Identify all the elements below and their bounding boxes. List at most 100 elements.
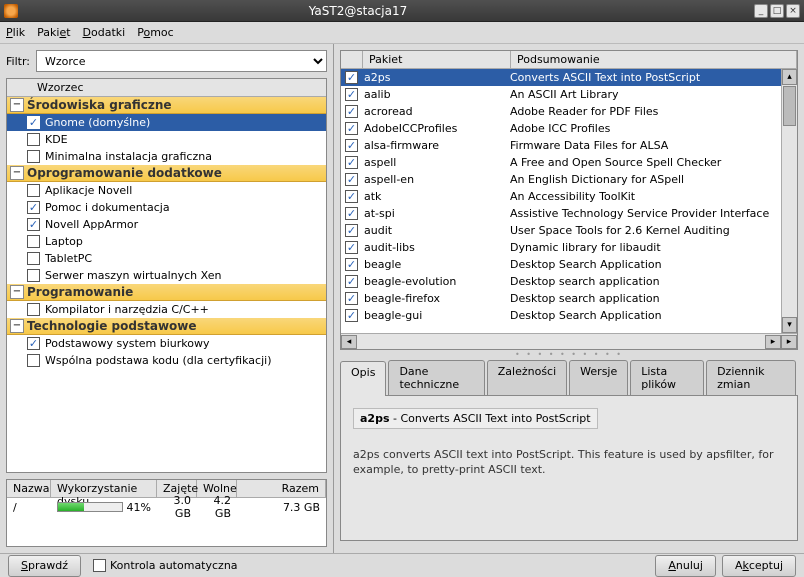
- filter-select[interactable]: Wzorce: [36, 50, 327, 72]
- pattern-item[interactable]: Minimalna instalacja graficzna: [7, 148, 326, 165]
- disk-col-name[interactable]: Nazwa: [7, 480, 51, 497]
- collapse-icon[interactable]: −: [10, 319, 24, 333]
- pattern-item[interactable]: Serwer maszyn wirtualnych Xen: [7, 267, 326, 284]
- cancel-button[interactable]: Anuluj: [655, 555, 716, 577]
- pattern-item[interactable]: KDE: [7, 131, 326, 148]
- pattern-checkbox[interactable]: [27, 252, 40, 265]
- maximize-button[interactable]: □: [770, 4, 784, 18]
- pattern-item[interactable]: Novell AppArmor: [7, 216, 326, 233]
- disk-col-total[interactable]: Razem: [237, 480, 326, 497]
- tab-opis[interactable]: Opis: [340, 361, 386, 396]
- scroll-up-icon[interactable]: ▴: [782, 69, 797, 85]
- scroll-right-icon-2[interactable]: ▸: [781, 335, 797, 349]
- package-row[interactable]: aspellA Free and Open Source Spell Check…: [341, 154, 781, 171]
- pattern-checkbox[interactable]: [27, 133, 40, 146]
- menu-pakiet[interactable]: Pakiet: [37, 26, 70, 39]
- pattern-item[interactable]: Podstawowy system biurkowy: [7, 335, 326, 352]
- pattern-item[interactable]: Aplikacje Novell: [7, 182, 326, 199]
- pkg-col-summary[interactable]: Podsumowanie: [511, 51, 797, 68]
- package-checkbox[interactable]: [345, 190, 358, 203]
- package-row[interactable]: alsa-firmwareFirmware Data Files for ALS…: [341, 137, 781, 154]
- disk-row[interactable]: / 41% 3.0 GB 4.2 GB 7.3 GB: [7, 498, 326, 516]
- tab-wersje[interactable]: Wersje: [569, 360, 628, 395]
- pattern-list[interactable]: Wzorzec −Środowiska graficzneGnome (domy…: [6, 78, 327, 473]
- package-name: acroread: [362, 105, 510, 118]
- pattern-item[interactable]: Wspólna podstawa kodu (dla certyfikacji): [7, 352, 326, 369]
- package-row[interactable]: aspell-enAn English Dictionary for ASpel…: [341, 171, 781, 188]
- package-checkbox[interactable]: [345, 224, 358, 237]
- check-button[interactable]: Sprawdź: [8, 555, 81, 577]
- pattern-checkbox[interactable]: [27, 150, 40, 163]
- pkg-vscrollbar[interactable]: ▴ ▾: [781, 69, 797, 333]
- menu-pomoc[interactable]: Pomoc: [137, 26, 173, 39]
- package-list[interactable]: Pakiet Podsumowanie a2psConverts ASCII T…: [340, 50, 798, 350]
- disk-col-usage[interactable]: Wykorzystanie dysku: [51, 480, 157, 497]
- pattern-item[interactable]: Laptop: [7, 233, 326, 250]
- group-header[interactable]: −Programowanie: [7, 284, 326, 301]
- pattern-checkbox[interactable]: [27, 116, 40, 129]
- package-checkbox[interactable]: [345, 173, 358, 186]
- pattern-checkbox[interactable]: [27, 218, 40, 231]
- package-checkbox[interactable]: [345, 139, 358, 152]
- pkg-col-name[interactable]: Pakiet: [363, 51, 511, 68]
- pattern-checkbox[interactable]: [27, 201, 40, 214]
- package-checkbox[interactable]: [345, 309, 358, 322]
- scroll-right-icon[interactable]: ▸: [765, 335, 781, 349]
- package-row[interactable]: a2psConverts ASCII Text into PostScript: [341, 69, 781, 86]
- auto-check-checkbox[interactable]: [93, 559, 106, 572]
- group-header[interactable]: −Technologie podstawowe: [7, 318, 326, 335]
- package-checkbox[interactable]: [345, 275, 358, 288]
- pattern-item[interactable]: Pomoc i dokumentacja: [7, 199, 326, 216]
- package-checkbox[interactable]: [345, 292, 358, 305]
- package-row[interactable]: audit-libsDynamic library for libaudit: [341, 239, 781, 256]
- menu-dodatki[interactable]: Dodatki: [83, 26, 126, 39]
- package-row[interactable]: acroreadAdobe Reader for PDF Files: [341, 103, 781, 120]
- package-checkbox[interactable]: [345, 258, 358, 271]
- menu-plik[interactable]: Plik: [6, 26, 25, 39]
- package-checkbox[interactable]: [345, 122, 358, 135]
- package-checkbox[interactable]: [345, 88, 358, 101]
- pattern-checkbox[interactable]: [27, 269, 40, 282]
- package-row[interactable]: aalibAn ASCII Art Library: [341, 86, 781, 103]
- pattern-checkbox[interactable]: [27, 235, 40, 248]
- package-row[interactable]: beagle-guiDesktop Search Application: [341, 307, 781, 324]
- splitter[interactable]: • • • • • • • • • •: [340, 350, 798, 358]
- pattern-checkbox[interactable]: [27, 184, 40, 197]
- package-checkbox[interactable]: [345, 207, 358, 220]
- pattern-item[interactable]: Kompilator i narzędzia C/C++: [7, 301, 326, 318]
- package-row[interactable]: AdobeICCProfilesAdobe ICC Profiles: [341, 120, 781, 137]
- tab-dane[interactable]: Dane techniczne: [388, 360, 484, 395]
- package-row[interactable]: at-spiAssistive Technology Service Provi…: [341, 205, 781, 222]
- package-row[interactable]: beagle-firefoxDesktop search application: [341, 290, 781, 307]
- package-checkbox[interactable]: [345, 241, 358, 254]
- pattern-checkbox[interactable]: [27, 337, 40, 350]
- tab-zaleznosci[interactable]: Zależności: [487, 360, 567, 395]
- scroll-down-icon[interactable]: ▾: [782, 317, 797, 333]
- pattern-checkbox[interactable]: [27, 354, 40, 367]
- package-checkbox[interactable]: [345, 105, 358, 118]
- package-row[interactable]: atkAn Accessibility ToolKit: [341, 188, 781, 205]
- package-checkbox[interactable]: [345, 71, 358, 84]
- package-checkbox[interactable]: [345, 156, 358, 169]
- pattern-item[interactable]: Gnome (domyślne): [7, 114, 326, 131]
- pkg-col-check[interactable]: [341, 51, 363, 68]
- package-row[interactable]: beagle-evolutionDesktop search applicati…: [341, 273, 781, 290]
- collapse-icon[interactable]: −: [10, 98, 24, 112]
- package-row[interactable]: auditUser Space Tools for 2.6 Kernel Aud…: [341, 222, 781, 239]
- pkg-hscrollbar[interactable]: ◂ ▸ ▸: [341, 333, 797, 349]
- tab-dziennik[interactable]: Dziennik zmian: [706, 360, 796, 395]
- pattern-item[interactable]: TabletPC: [7, 250, 326, 267]
- package-summary: An ASCII Art Library: [510, 88, 781, 101]
- close-button[interactable]: ×: [786, 4, 800, 18]
- collapse-icon[interactable]: −: [10, 166, 24, 180]
- package-row[interactable]: beagleDesktop Search Application: [341, 256, 781, 273]
- group-header[interactable]: −Środowiska graficzne: [7, 97, 326, 114]
- scroll-left-icon[interactable]: ◂: [341, 335, 357, 349]
- tab-lista[interactable]: Lista plików: [630, 360, 704, 395]
- group-header[interactable]: −Oprogramowanie dodatkowe: [7, 165, 326, 182]
- accept-button[interactable]: Akceptuj: [722, 555, 796, 577]
- collapse-icon[interactable]: −: [10, 285, 24, 299]
- minimize-button[interactable]: _: [754, 4, 768, 18]
- pattern-checkbox[interactable]: [27, 303, 40, 316]
- scroll-thumb[interactable]: [783, 86, 796, 126]
